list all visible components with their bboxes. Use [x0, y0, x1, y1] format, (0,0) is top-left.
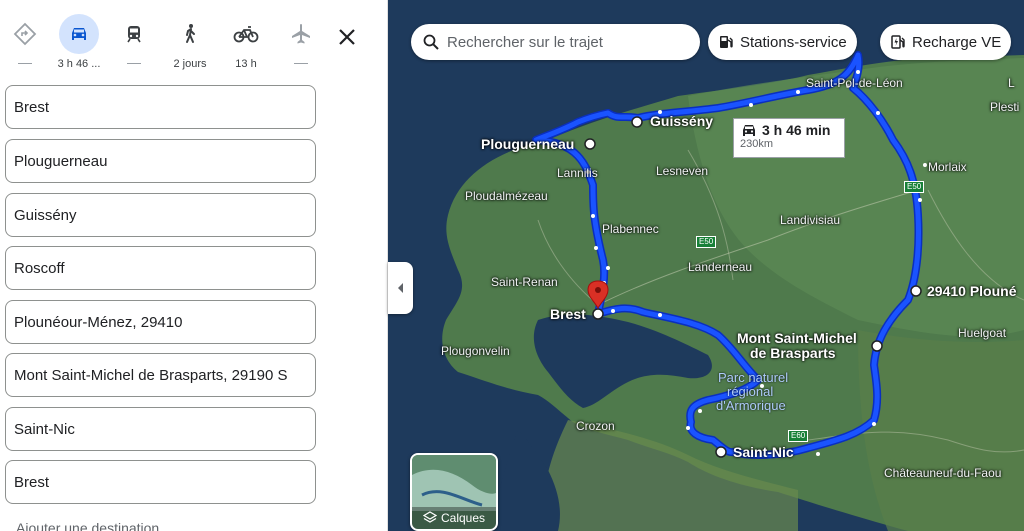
mode-best-button[interactable]: [0, 14, 50, 70]
park-label-3: d'Armorique: [716, 398, 786, 413]
town-morlaix: Morlaix: [928, 160, 967, 174]
airplane-icon: [281, 14, 321, 54]
layers-preview: [412, 455, 496, 511]
mode-driving-label: 3 h 46 ...: [57, 58, 101, 70]
walking-icon: [170, 14, 210, 54]
route-search-box[interactable]: [411, 24, 700, 60]
mode-flight-button[interactable]: [276, 14, 326, 70]
stop-label-guisseny[interactable]: Guissény: [650, 114, 713, 129]
chevron-left-icon: [397, 283, 403, 293]
mode-transit-empty: [127, 63, 141, 64]
search-icon: [423, 34, 439, 50]
route-distance: 230km: [740, 138, 774, 150]
stop-input-7[interactable]: [5, 407, 316, 451]
stop-input-6[interactable]: [5, 353, 316, 397]
mode-flight-empty: [294, 63, 308, 64]
car-icon: [59, 14, 99, 54]
town-huelgoat: Huelgoat: [958, 326, 1007, 340]
route-search-input[interactable]: [447, 33, 687, 51]
town-plougonvelin: Plougonvelin: [441, 344, 510, 358]
mode-cycling-button[interactable]: 13 h: [221, 14, 271, 70]
add-destination-link[interactable]: Ajouter une destination: [16, 520, 159, 531]
stop-label-mont-2[interactable]: de Brasparts: [750, 346, 836, 361]
layers-button[interactable]: Calques: [410, 453, 498, 531]
town-crozon: Crozon: [576, 419, 615, 433]
town-landivisiau: Landivisiau: [780, 213, 841, 227]
stop-input-2[interactable]: [5, 139, 316, 183]
town-lannilis: Lannilis: [557, 166, 598, 180]
road-e60: E60: [788, 430, 809, 442]
gas-stations-label: Stations-service: [740, 33, 847, 51]
close-directions-button[interactable]: [332, 22, 362, 52]
road-e50-b: E50: [904, 181, 925, 193]
close-icon: [339, 29, 355, 45]
town-plabennec: Plabennec: [602, 222, 659, 236]
stop-input-1[interactable]: [5, 85, 316, 129]
stop-input-8[interactable]: [5, 460, 316, 504]
town-saint-renan: Saint-Renan: [491, 275, 558, 289]
mode-cycling-label: 13 h: [235, 58, 257, 70]
stop-label-plouneour[interactable]: 29410 Plouné: [927, 284, 1017, 299]
town-ploudalmezeau: Ploudalmézeau: [465, 189, 548, 203]
road-e50-a: E50: [696, 236, 717, 248]
ev-charging-label: Recharge VE: [912, 33, 1002, 51]
town-plestin: Plesti: [990, 100, 1020, 114]
route-time: 3 h 46 min: [762, 122, 831, 138]
ev-charging-icon: [891, 35, 905, 49]
bicycle-icon: [226, 14, 266, 54]
mode-driving-button[interactable]: 3 h 46 ...: [54, 14, 104, 70]
stop-input-4[interactable]: [5, 246, 316, 290]
diamond-route-icon: [5, 14, 45, 54]
map-view[interactable]: Saint-Pol-de-Léon Morlaix Lannilis Lesne…: [388, 0, 1024, 531]
stop-input-3[interactable]: [5, 193, 316, 237]
layers-label: Calques: [440, 511, 486, 525]
stop-label-brest[interactable]: Brest: [550, 307, 586, 322]
mode-walking-label: 2 jours: [173, 58, 207, 70]
train-icon: [114, 14, 154, 54]
town-lesneven: Lesneven: [656, 164, 709, 178]
park-label-2: régional: [727, 384, 774, 399]
layers-icon: [422, 511, 437, 523]
park-label-1: Parc naturel: [718, 370, 789, 385]
gas-stations-chip[interactable]: Stations-service: [708, 24, 857, 60]
stop-label-plouguerneau[interactable]: Plouguerneau: [481, 137, 574, 152]
directions-panel: 3 h 46 ... 2 jours 13 h Brest Plouguerne…: [0, 0, 388, 531]
route-info-box[interactable]: 3 h 46 min 230km: [733, 118, 845, 158]
travel-mode-bar: 3 h 46 ... 2 jours 13 h: [0, 0, 387, 78]
ev-charging-chip[interactable]: Recharge VE: [880, 24, 1012, 60]
mode-walking-button[interactable]: 2 jours: [165, 14, 215, 70]
car-icon: [743, 125, 755, 136]
gas-station-icon: [720, 36, 733, 48]
town-chateauneuf: Châteauneuf-du-Faou: [884, 466, 1002, 480]
mode-best-empty: [18, 63, 32, 64]
mode-transit-button[interactable]: [109, 14, 159, 70]
stop-input-5[interactable]: [5, 300, 316, 344]
stop-label-saint-nic[interactable]: Saint-Nic: [733, 445, 794, 460]
stop-label-mont-1[interactable]: Mont Saint-Michel: [737, 331, 857, 346]
town-landerneau: Landerneau: [688, 260, 753, 274]
town-edge-l: L: [1008, 76, 1015, 90]
town-saint-pol: Saint-Pol-de-Léon: [806, 76, 903, 90]
collapse-panel-button[interactable]: [388, 262, 413, 314]
